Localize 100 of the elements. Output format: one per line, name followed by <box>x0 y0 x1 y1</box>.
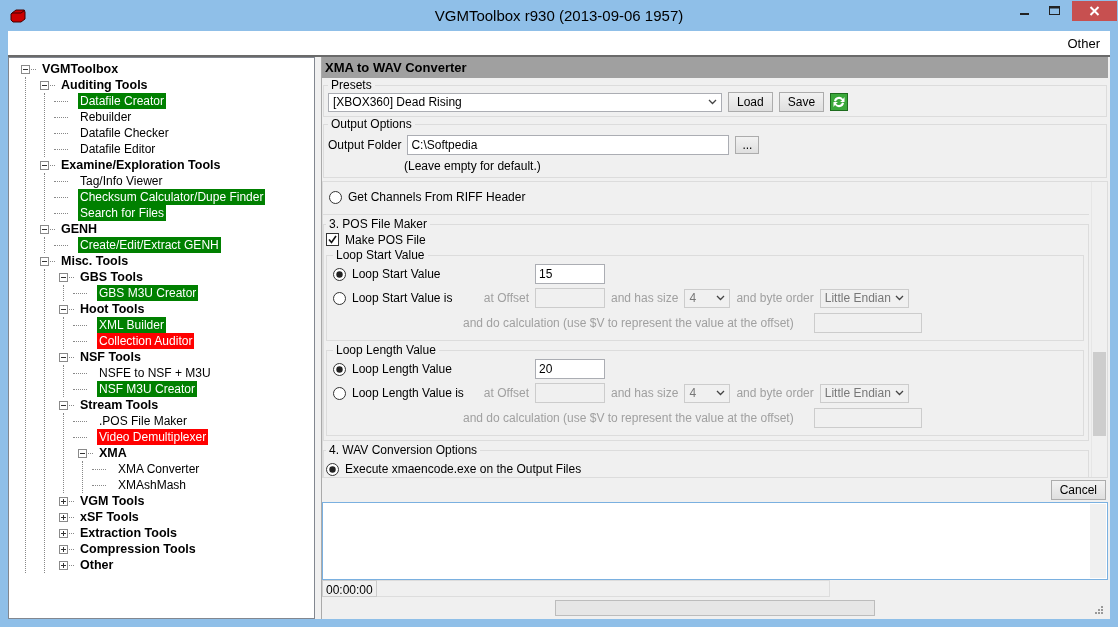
offset-field[interactable] <box>535 383 605 403</box>
window-title: VGMToolbox r930 (2013-09-06 1957) <box>434 7 684 24</box>
field-label: Output Folder <box>328 138 402 152</box>
field-label: at Offset <box>483 386 529 400</box>
collapse-icon[interactable] <box>78 448 87 458</box>
collapse-icon[interactable] <box>21 64 30 74</box>
tree-item[interactable]: .POS File Maker <box>97 413 190 429</box>
tree-item[interactable]: Misc. Tools <box>59 253 131 269</box>
tree-item[interactable]: GBS M3U Creator <box>97 285 199 301</box>
tree-item[interactable]: XMA <box>97 445 129 461</box>
field-label: at Offset <box>483 291 529 305</box>
menu-item[interactable]: Other <box>1067 35 1100 51</box>
caret-icon <box>894 390 904 396</box>
panel-title: XMA to WAV Converter <box>322 57 1108 78</box>
output-folder-field[interactable]: C:\Softpedia <box>407 135 730 155</box>
tree-item[interactable]: NSFE to NSF + M3U <box>97 365 213 381</box>
collapse-icon[interactable] <box>59 304 68 314</box>
caret-icon <box>894 295 904 301</box>
tree-item[interactable]: GBS Tools <box>78 269 145 285</box>
field-label: and do calculation (use $V to represent the value at the offset) <box>463 411 794 425</box>
radio-button[interactable] <box>326 462 339 476</box>
tree-item[interactable]: Search for Files <box>78 205 167 221</box>
tree-item[interactable]: Collection Auditor <box>97 333 195 349</box>
caret-icon <box>708 99 717 105</box>
hint-text: (Leave empty for default.) <box>404 159 542 173</box>
expand-icon[interactable] <box>59 496 68 506</box>
tree-item[interactable]: XMAshMash <box>116 477 189 493</box>
checkbox[interactable] <box>326 233 339 246</box>
field-label: and has size <box>611 291 679 305</box>
resize-grip-icon[interactable] <box>1094 605 1104 615</box>
tree-item[interactable]: NSF Tools <box>78 349 143 365</box>
collapse-icon[interactable] <box>59 352 68 362</box>
tree-item[interactable]: Datafile Editor <box>78 141 158 157</box>
close-icon[interactable] <box>1072 1 1117 21</box>
expand-icon[interactable] <box>59 528 68 538</box>
caret-icon <box>716 295 726 301</box>
browse-button[interactable]: ... <box>735 136 760 154</box>
expand-icon[interactable] <box>59 512 68 522</box>
radio-label: Loop Start Value <box>352 267 441 281</box>
calculation-field[interactable] <box>813 313 922 333</box>
tree-item[interactable]: XMA Converter <box>116 461 202 477</box>
expand-icon[interactable] <box>59 544 68 554</box>
tree-item[interactable]: Video Demultiplexer <box>97 429 209 445</box>
scrollbar[interactable] <box>1091 182 1107 477</box>
elapsed-time: 00:00:00 <box>322 580 377 597</box>
tree-item[interactable]: Extraction Tools <box>78 525 179 541</box>
tree-item[interactable]: Stream Tools <box>78 397 161 413</box>
tree-item[interactable]: Datafile Checker <box>78 125 171 141</box>
value-field[interactable]: 15 <box>535 264 605 284</box>
field-label: and do calculation (use $V to represent the value at the offset) <box>463 316 794 330</box>
checkbox-label: Make POS File <box>345 232 426 247</box>
cancel-button[interactable]: Cancel <box>1050 480 1106 500</box>
group-title: Loop Length Value <box>335 343 437 357</box>
scrollbar[interactable] <box>1090 504 1106 578</box>
tree-item[interactable]: VGM Tools <box>78 493 147 509</box>
preset-button[interactable]: Load <box>728 92 773 112</box>
tree-item[interactable]: Create/Edit/Extract GENH <box>78 237 221 253</box>
preset-button[interactable]: Save <box>778 92 825 112</box>
radio-label: Loop Length Value <box>352 362 452 376</box>
tree-item[interactable]: Other <box>78 557 116 573</box>
app-icon <box>10 8 26 23</box>
tree-item[interactable]: GENH <box>59 221 100 237</box>
tree-item[interactable]: Examine/Exploration Tools <box>59 157 223 173</box>
preset-dropdown[interactable]: [XBOX360] Dead Rising <box>328 92 722 112</box>
radio-button[interactable] <box>333 362 346 376</box>
collapse-icon[interactable] <box>59 400 68 410</box>
group-title: Output Options <box>330 117 413 131</box>
tree-item[interactable]: NSF M3U Creator <box>97 381 198 397</box>
tree-item[interactable]: Rebuilder <box>78 109 134 125</box>
field-label: and byte order <box>736 386 814 400</box>
field-label: and byte order <box>736 291 814 305</box>
collapse-icon[interactable] <box>40 160 49 170</box>
collapse-icon[interactable] <box>40 256 49 266</box>
offset-field[interactable] <box>535 288 605 308</box>
tree-item[interactable]: Compression Tools <box>78 541 198 557</box>
collapse-icon[interactable] <box>40 224 49 234</box>
group-title: Loop Start Value <box>335 248 426 262</box>
collapse-icon[interactable] <box>59 272 68 282</box>
calculation-field[interactable] <box>813 408 922 428</box>
section-title: 3. POS File Maker <box>328 217 429 231</box>
group-title: Presets <box>330 78 373 92</box>
refresh-icon[interactable] <box>830 93 849 111</box>
tree-item[interactable]: Auditing Tools <box>59 77 150 93</box>
section-title: 4. WAV Conversion Options <box>328 443 479 457</box>
tree-item[interactable]: xSF Tools <box>78 509 141 525</box>
radio-button[interactable] <box>333 267 346 281</box>
tree-item[interactable]: Checksum Calculator/Dupe Finder <box>78 189 266 205</box>
collapse-icon[interactable] <box>40 80 49 90</box>
tree-item[interactable]: Tag/Info Viewer <box>78 173 165 189</box>
tree-item[interactable]: Datafile Creator <box>78 93 167 109</box>
radio-button[interactable] <box>329 190 342 204</box>
radio-label: Loop Length Value is <box>352 386 464 400</box>
caret-icon <box>716 390 726 396</box>
tree-item[interactable]: Hoot Tools <box>78 301 147 317</box>
radio-label: Loop Start Value is <box>352 291 453 305</box>
value-field[interactable]: 20 <box>535 359 605 379</box>
expand-icon[interactable] <box>59 560 68 570</box>
tree-item[interactable]: VGMToolbox <box>40 61 121 77</box>
radio-label: Execute xmaencode.exe on the Output Files <box>345 462 582 476</box>
tree-item[interactable]: XML Builder <box>97 317 166 333</box>
